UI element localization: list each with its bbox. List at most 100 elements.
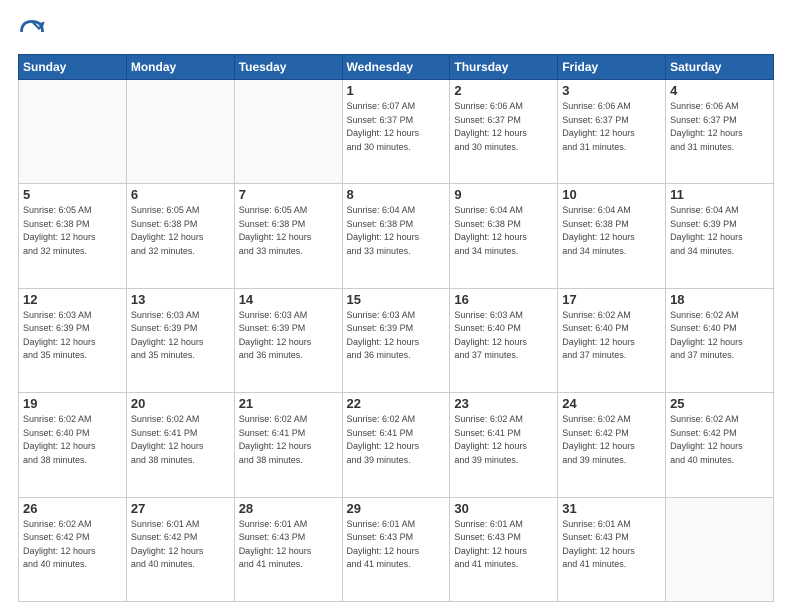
day-info: Sunrise: 6:03 AM Sunset: 6:39 PM Dayligh… xyxy=(131,309,230,363)
day-info: Sunrise: 6:01 AM Sunset: 6:43 PM Dayligh… xyxy=(239,518,338,572)
day-number: 18 xyxy=(670,292,769,307)
calendar-cell: 13Sunrise: 6:03 AM Sunset: 6:39 PM Dayli… xyxy=(126,288,234,392)
calendar-cell xyxy=(126,80,234,184)
day-number: 7 xyxy=(239,187,338,202)
day-number: 28 xyxy=(239,501,338,516)
week-row-4: 19Sunrise: 6:02 AM Sunset: 6:40 PM Dayli… xyxy=(19,393,774,497)
calendar-cell: 16Sunrise: 6:03 AM Sunset: 6:40 PM Dayli… xyxy=(450,288,558,392)
calendar-cell: 1 Sunrise: 6:07 AM Sunset: 6:37 PM Daylig… xyxy=(342,80,450,184)
day-info: Sunrise: 6:05 AM Sunset: 6:38 PM Dayligh… xyxy=(23,204,122,258)
calendar-cell: 20 Sunrise: 6:02 AM Sunset: 6:41 PM Dayli… xyxy=(126,393,234,497)
calendar-cell: 23Sunrise: 6:02 AM Sunset: 6:41 PM Dayli… xyxy=(450,393,558,497)
day-info: Sunrise: 6:02 AM Sunset: 6:40 PM Dayligh… xyxy=(562,309,661,363)
calendar-cell: 28 Sunrise: 6:01 AM Sunset: 6:43 PM Dayli… xyxy=(234,497,342,601)
col-header-wednesday: Wednesday xyxy=(342,55,450,80)
day-number: 23 xyxy=(454,396,553,411)
day-info: Sunrise: 6:05 AM Sunset: 6:38 PM Dayligh… xyxy=(131,204,230,258)
day-number: 31 xyxy=(562,501,661,516)
day-info: Sunrise: 6:01 AM Sunset: 6:43 PM Dayligh… xyxy=(347,518,446,572)
day-number: 9 xyxy=(454,187,553,202)
week-row-2: 5 Sunrise: 6:05 AM Sunset: 6:38 PM Daylig… xyxy=(19,184,774,288)
week-row-3: 12Sunrise: 6:03 AM Sunset: 6:39 PM Dayli… xyxy=(19,288,774,392)
logo-icon xyxy=(18,18,46,46)
day-info: Sunrise: 6:02 AM Sunset: 6:40 PM Dayligh… xyxy=(670,309,769,363)
day-number: 11 xyxy=(670,187,769,202)
day-info: Sunrise: 6:03 AM Sunset: 6:39 PM Dayligh… xyxy=(239,309,338,363)
day-number: 4 xyxy=(670,83,769,98)
calendar-cell: 25 Sunrise: 6:02 AM Sunset: 6:42 PM Dayli… xyxy=(666,393,774,497)
day-info: Sunrise: 6:03 AM Sunset: 6:39 PM Dayligh… xyxy=(347,309,446,363)
day-number: 25 xyxy=(670,396,769,411)
day-number: 15 xyxy=(347,292,446,307)
col-header-sunday: Sunday xyxy=(19,55,127,80)
day-number: 27 xyxy=(131,501,230,516)
calendar-table: SundayMondayTuesdayWednesdayThursdayFrid… xyxy=(18,54,774,602)
page: SundayMondayTuesdayWednesdayThursdayFrid… xyxy=(0,0,792,612)
day-number: 6 xyxy=(131,187,230,202)
col-header-thursday: Thursday xyxy=(450,55,558,80)
header xyxy=(18,18,774,46)
calendar-cell: 27Sunrise: 6:01 AM Sunset: 6:42 PM Dayli… xyxy=(126,497,234,601)
calendar-cell: 29 Sunrise: 6:01 AM Sunset: 6:43 PM Dayli… xyxy=(342,497,450,601)
day-number: 21 xyxy=(239,396,338,411)
day-info: Sunrise: 6:02 AM Sunset: 6:41 PM Dayligh… xyxy=(347,413,446,467)
day-info: Sunrise: 6:06 AM Sunset: 6:37 PM Dayligh… xyxy=(670,100,769,154)
calendar-cell xyxy=(666,497,774,601)
calendar-cell: 5 Sunrise: 6:05 AM Sunset: 6:38 PM Daylig… xyxy=(19,184,127,288)
day-info: Sunrise: 6:01 AM Sunset: 6:43 PM Dayligh… xyxy=(454,518,553,572)
day-number: 22 xyxy=(347,396,446,411)
col-header-friday: Friday xyxy=(558,55,666,80)
day-info: Sunrise: 6:02 AM Sunset: 6:40 PM Dayligh… xyxy=(23,413,122,467)
day-info: Sunrise: 6:04 AM Sunset: 6:38 PM Dayligh… xyxy=(562,204,661,258)
day-number: 3 xyxy=(562,83,661,98)
calendar-cell xyxy=(234,80,342,184)
calendar-cell: 22 Sunrise: 6:02 AM Sunset: 6:41 PM Dayli… xyxy=(342,393,450,497)
day-info: Sunrise: 6:05 AM Sunset: 6:38 PM Dayligh… xyxy=(239,204,338,258)
col-header-monday: Monday xyxy=(126,55,234,80)
header-row: SundayMondayTuesdayWednesdayThursdayFrid… xyxy=(19,55,774,80)
calendar-cell: 2 Sunrise: 6:06 AM Sunset: 6:37 PM Daylig… xyxy=(450,80,558,184)
calendar-cell: 12Sunrise: 6:03 AM Sunset: 6:39 PM Dayli… xyxy=(19,288,127,392)
week-row-5: 26Sunrise: 6:02 AM Sunset: 6:42 PM Dayli… xyxy=(19,497,774,601)
day-info: Sunrise: 6:04 AM Sunset: 6:39 PM Dayligh… xyxy=(670,204,769,258)
calendar-cell: 7 Sunrise: 6:05 AM Sunset: 6:38 PM Daylig… xyxy=(234,184,342,288)
calendar-cell: 21 Sunrise: 6:02 AM Sunset: 6:41 PM Dayli… xyxy=(234,393,342,497)
day-number: 14 xyxy=(239,292,338,307)
day-number: 20 xyxy=(131,396,230,411)
calendar-cell: 6 Sunrise: 6:05 AM Sunset: 6:38 PM Daylig… xyxy=(126,184,234,288)
day-number: 8 xyxy=(347,187,446,202)
day-number: 2 xyxy=(454,83,553,98)
calendar-cell: 19Sunrise: 6:02 AM Sunset: 6:40 PM Dayli… xyxy=(19,393,127,497)
day-number: 29 xyxy=(347,501,446,516)
calendar-cell: 30 Sunrise: 6:01 AM Sunset: 6:43 PM Dayli… xyxy=(450,497,558,601)
calendar-cell: 4 Sunrise: 6:06 AM Sunset: 6:37 PM Daylig… xyxy=(666,80,774,184)
day-number: 24 xyxy=(562,396,661,411)
calendar-cell: 15 Sunrise: 6:03 AM Sunset: 6:39 PM Dayli… xyxy=(342,288,450,392)
day-info: Sunrise: 6:06 AM Sunset: 6:37 PM Dayligh… xyxy=(454,100,553,154)
calendar-cell: 10 Sunrise: 6:04 AM Sunset: 6:38 PM Dayli… xyxy=(558,184,666,288)
day-number: 26 xyxy=(23,501,122,516)
calendar-cell: 26Sunrise: 6:02 AM Sunset: 6:42 PM Dayli… xyxy=(19,497,127,601)
week-row-1: 1 Sunrise: 6:07 AM Sunset: 6:37 PM Daylig… xyxy=(19,80,774,184)
day-info: Sunrise: 6:02 AM Sunset: 6:41 PM Dayligh… xyxy=(131,413,230,467)
day-info: Sunrise: 6:02 AM Sunset: 6:42 PM Dayligh… xyxy=(670,413,769,467)
col-header-tuesday: Tuesday xyxy=(234,55,342,80)
logo xyxy=(18,18,50,46)
day-info: Sunrise: 6:04 AM Sunset: 6:38 PM Dayligh… xyxy=(454,204,553,258)
day-number: 30 xyxy=(454,501,553,516)
calendar-cell: 17 Sunrise: 6:02 AM Sunset: 6:40 PM Dayli… xyxy=(558,288,666,392)
day-number: 5 xyxy=(23,187,122,202)
calendar-cell: 18 Sunrise: 6:02 AM Sunset: 6:40 PM Dayli… xyxy=(666,288,774,392)
day-info: Sunrise: 6:07 AM Sunset: 6:37 PM Dayligh… xyxy=(347,100,446,154)
day-number: 1 xyxy=(347,83,446,98)
day-number: 10 xyxy=(562,187,661,202)
calendar-cell: 31 Sunrise: 6:01 AM Sunset: 6:43 PM Dayli… xyxy=(558,497,666,601)
day-number: 17 xyxy=(562,292,661,307)
calendar-cell: 24Sunrise: 6:02 AM Sunset: 6:42 PM Dayli… xyxy=(558,393,666,497)
calendar-cell: 8Sunrise: 6:04 AM Sunset: 6:38 PM Daylig… xyxy=(342,184,450,288)
calendar-cell xyxy=(19,80,127,184)
day-info: Sunrise: 6:02 AM Sunset: 6:41 PM Dayligh… xyxy=(239,413,338,467)
calendar-cell: 11 Sunrise: 6:04 AM Sunset: 6:39 PM Dayli… xyxy=(666,184,774,288)
col-header-saturday: Saturday xyxy=(666,55,774,80)
day-info: Sunrise: 6:01 AM Sunset: 6:43 PM Dayligh… xyxy=(562,518,661,572)
